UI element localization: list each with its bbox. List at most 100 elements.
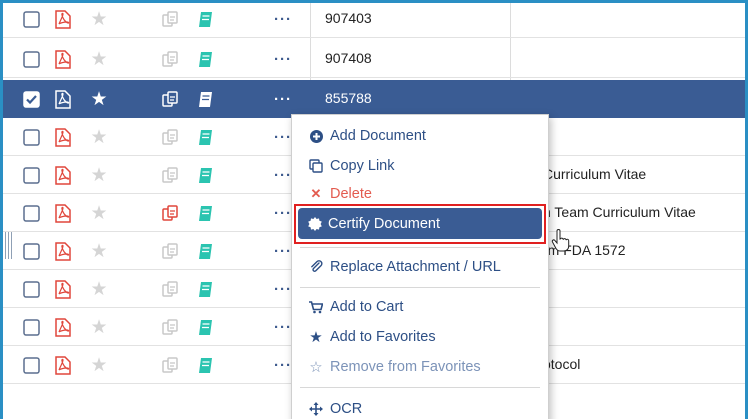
paperclip-icon — [308, 260, 324, 274]
pdf-icon[interactable] — [53, 241, 73, 261]
document-icon[interactable] — [195, 203, 215, 223]
certificate-badge-icon — [308, 216, 322, 231]
star-icon: ★ — [309, 329, 323, 346]
pdf-icon[interactable] — [53, 127, 73, 147]
star-icon[interactable]: ★ — [89, 279, 109, 299]
certify-icon[interactable] — [161, 317, 181, 337]
document-icon[interactable] — [195, 241, 215, 261]
pdf-icon[interactable] — [53, 9, 73, 29]
star-icon[interactable]: ★ — [89, 49, 109, 69]
more-icon[interactable]: ··· — [273, 89, 293, 109]
pdf-icon[interactable] — [53, 279, 73, 299]
certify-icon[interactable] — [161, 9, 181, 29]
certify-icon[interactable] — [161, 165, 181, 185]
menu-item-label: Delete — [330, 186, 372, 202]
certify-icon[interactable] — [161, 203, 181, 223]
checkbox-icon[interactable] — [21, 317, 41, 337]
star-icon[interactable]: ★ — [89, 165, 109, 185]
menu-item-certify-document[interactable]: Certify Document — [298, 208, 542, 239]
document-icon[interactable] — [195, 355, 215, 375]
document-list: ★ ··· 907403 ★ ··· 907408 ★ ··· 855788 ★… — [3, 3, 745, 419]
menu-item-label: Replace Attachment / URL — [330, 259, 501, 275]
star-icon[interactable]: ★ — [89, 241, 109, 261]
menu-item-remove-from-favorites[interactable]: ☆ Remove from Favorites — [292, 353, 548, 381]
table-row[interactable]: ★ ··· 907408 — [3, 40, 745, 78]
document-icon[interactable] — [195, 165, 215, 185]
menu-item-label: Copy Link — [330, 158, 395, 174]
pdf-icon[interactable] — [53, 203, 73, 223]
certify-icon[interactable] — [161, 89, 181, 109]
document-icon[interactable] — [195, 49, 215, 69]
document-icon[interactable] — [195, 89, 215, 109]
more-icon[interactable]: ··· — [273, 317, 293, 337]
certify-icon[interactable] — [161, 49, 181, 69]
menu-separator — [300, 287, 540, 288]
more-icon[interactable]: ··· — [273, 203, 293, 223]
checkbox-icon[interactable] — [21, 279, 41, 299]
menu-item-add-to-cart[interactable]: Add to Cart — [292, 293, 548, 321]
checkbox-icon[interactable] — [21, 9, 41, 29]
menu-item-replace-attachment[interactable]: Replace Attachment / URL — [292, 253, 548, 281]
document-number: 907408 — [325, 50, 372, 66]
document-number: 907403 — [325, 10, 372, 26]
more-icon[interactable]: ··· — [273, 127, 293, 147]
more-icon[interactable]: ··· — [273, 49, 293, 69]
certify-icon[interactable] — [161, 279, 181, 299]
table-row[interactable]: ★ ··· 855788 — [3, 80, 745, 118]
pdf-icon[interactable] — [53, 49, 73, 69]
star-icon[interactable]: ★ — [89, 9, 109, 29]
checkbox-icon[interactable] — [21, 49, 41, 69]
menu-separator — [300, 387, 540, 388]
menu-item-add-document[interactable]: Add Document — [292, 122, 548, 150]
pdf-icon[interactable] — [53, 355, 73, 375]
star-outline-icon: ☆ — [309, 359, 323, 376]
certify-icon[interactable] — [161, 127, 181, 147]
checkbox-icon[interactable] — [21, 203, 41, 223]
hand-cursor-icon — [551, 229, 570, 252]
document-description: h Team Curriculum Vitae — [543, 204, 696, 220]
more-icon[interactable]: ··· — [273, 279, 293, 299]
menu-item-copy-link[interactable]: Copy Link — [292, 152, 548, 180]
menu-item-ocr[interactable]: OCR — [292, 395, 548, 419]
certify-icon[interactable] — [161, 241, 181, 261]
pdf-icon[interactable] — [53, 89, 73, 109]
star-icon[interactable]: ★ — [89, 203, 109, 223]
menu-item-label: Add to Favorites — [330, 329, 436, 345]
table-row[interactable]: ★ ··· 907403 — [3, 3, 745, 38]
close-icon: ✕ — [310, 186, 322, 201]
document-number: 855788 — [325, 90, 372, 106]
checkbox-icon[interactable] — [21, 241, 41, 261]
cart-icon — [308, 300, 324, 314]
certify-icon[interactable] — [161, 355, 181, 375]
more-icon[interactable]: ··· — [273, 165, 293, 185]
copy-icon — [308, 159, 324, 173]
menu-item-label: Certify Document — [328, 215, 441, 232]
document-description: Curriculum Vitae — [543, 166, 647, 182]
star-icon[interactable]: ★ — [89, 317, 109, 337]
more-icon[interactable]: ··· — [273, 9, 293, 29]
document-icon[interactable] — [195, 279, 215, 299]
checkbox-icon[interactable] — [21, 165, 41, 185]
document-icon[interactable] — [195, 9, 215, 29]
star-icon[interactable]: ★ — [89, 127, 109, 147]
more-icon[interactable]: ··· — [273, 241, 293, 261]
menu-separator — [300, 247, 540, 248]
checkbox-icon[interactable] — [21, 89, 41, 109]
menu-item-add-to-favorites[interactable]: ★ Add to Favorites — [292, 323, 548, 351]
menu-item-label: Remove from Favorites — [330, 359, 481, 375]
menu-item-label: Add Document — [330, 128, 426, 144]
menu-item-label: Add to Cart — [330, 299, 404, 315]
star-icon[interactable]: ★ — [89, 89, 109, 109]
more-icon[interactable]: ··· — [273, 355, 293, 375]
plus-circle-icon — [308, 129, 324, 143]
document-icon[interactable] — [195, 127, 215, 147]
pdf-icon[interactable] — [53, 165, 73, 185]
pdf-icon[interactable] — [53, 317, 73, 337]
checkbox-icon[interactable] — [21, 127, 41, 147]
checkbox-icon[interactable] — [21, 355, 41, 375]
menu-item-label: OCR — [330, 401, 363, 417]
move-arrows-icon — [308, 402, 324, 416]
document-icon[interactable] — [195, 317, 215, 337]
star-icon[interactable]: ★ — [89, 355, 109, 375]
context-menu: Add Document Copy Link ✕ Delete Certify … — [291, 114, 549, 419]
